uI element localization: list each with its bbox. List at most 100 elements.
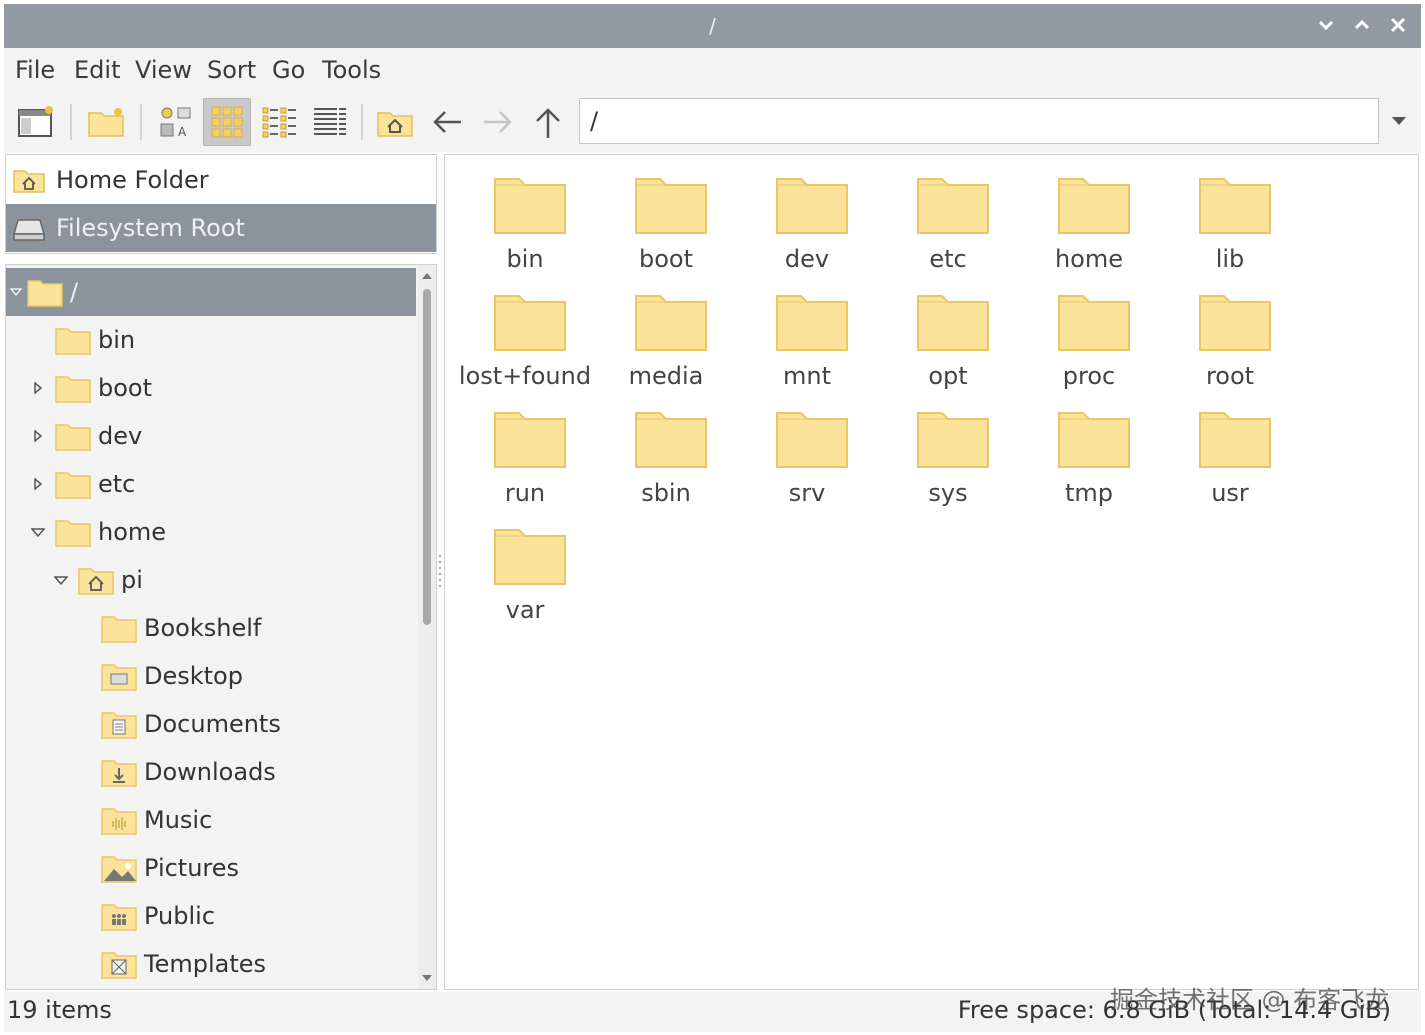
title-bar[interactable]: / <box>4 4 1421 48</box>
window-title: / <box>709 14 716 38</box>
file-label: run <box>504 479 546 507</box>
scroll-thumb[interactable] <box>423 289 431 625</box>
scroll-down-icon[interactable] <box>420 971 434 985</box>
tree-item-public[interactable]: Public <box>6 892 416 940</box>
file-item[interactable]: var <box>455 510 595 624</box>
file-label: lib <box>1215 245 1245 273</box>
file-item[interactable]: opt <box>878 276 1018 390</box>
place-filesystem-root[interactable]: Filesystem Root <box>6 204 436 252</box>
file-item[interactable]: root <box>1160 276 1300 390</box>
tree-item-templates[interactable]: Templates <box>6 940 416 988</box>
file-item[interactable]: proc <box>1019 276 1159 390</box>
file-item[interactable]: media <box>596 276 736 390</box>
place-home-folder[interactable]: Home Folder <box>6 156 436 204</box>
file-view[interactable]: bin boot dev etc home lib lost+found media mnt op… <box>444 154 1419 990</box>
folder-icon <box>1199 412 1271 468</box>
pictures-folder-icon <box>100 851 138 885</box>
menu-file[interactable]: File <box>15 56 55 84</box>
folder-icon <box>1199 178 1271 234</box>
toolbar: A <box>4 92 1421 152</box>
file-item[interactable]: run <box>455 393 595 507</box>
file-item[interactable]: boot <box>596 159 736 273</box>
folder-icon <box>1058 178 1130 234</box>
folder-icon <box>917 412 989 468</box>
minimize-icon[interactable] <box>1311 10 1341 40</box>
file-item[interactable]: usr <box>1160 393 1300 507</box>
tree-item-bookshelf[interactable]: Bookshelf <box>6 604 416 652</box>
file-item[interactable]: sbin <box>596 393 736 507</box>
back-arrow-icon[interactable] <box>423 98 471 146</box>
expand-right-icon[interactable] <box>28 426 48 446</box>
expand-down-icon[interactable] <box>28 522 48 542</box>
file-item[interactable]: home <box>1019 159 1159 273</box>
folder-icon <box>635 412 707 468</box>
tree-item-pi[interactable]: pi <box>6 556 416 604</box>
icon-view-icon[interactable]: A <box>152 98 200 146</box>
tree-item-bin[interactable]: bin <box>6 316 416 364</box>
tree-item-downloads[interactable]: Downloads <box>6 748 416 796</box>
menu-tools[interactable]: Tools <box>322 56 381 84</box>
file-item[interactable]: tmp <box>1019 393 1159 507</box>
file-item[interactable]: sys <box>878 393 1018 507</box>
file-label: opt <box>928 362 968 390</box>
new-window-icon[interactable] <box>12 98 60 146</box>
menu-view[interactable]: View <box>135 56 192 84</box>
item-count: 19 items <box>7 996 112 1024</box>
music-folder-icon <box>100 803 138 837</box>
up-arrow-icon[interactable] <box>524 98 572 146</box>
expand-right-icon[interactable] <box>28 474 48 494</box>
file-label: lost+found <box>458 362 592 390</box>
file-item[interactable]: dev <box>737 159 877 273</box>
file-item[interactable]: lost+found <box>455 276 595 390</box>
tree-item-home[interactable]: home <box>6 508 416 556</box>
folder-icon <box>54 515 92 549</box>
menu-edit[interactable]: Edit <box>74 56 120 84</box>
expand-right-icon[interactable] <box>28 378 48 398</box>
file-item[interactable]: etc <box>878 159 1018 273</box>
menu-go[interactable]: Go <box>272 56 305 84</box>
file-label: etc <box>929 245 967 273</box>
watermark: 掘金技术社区 @ 布客飞龙 <box>1110 986 1390 1014</box>
tree-label: Downloads <box>144 758 276 786</box>
path-input[interactable] <box>579 98 1379 144</box>
forward-arrow-icon[interactable] <box>474 98 522 146</box>
new-folder-icon[interactable] <box>82 98 130 146</box>
menu-sort[interactable]: Sort <box>207 56 256 84</box>
tree-item-root[interactable]: / <box>6 268 416 316</box>
file-label: bin <box>506 245 544 273</box>
folder-icon <box>54 371 92 405</box>
folder-icon <box>635 295 707 351</box>
file-label: var <box>505 596 545 624</box>
tree-item-dev[interactable]: dev <box>6 412 416 460</box>
file-label: srv <box>788 479 826 507</box>
folder-icon <box>100 611 138 645</box>
tree-label: Templates <box>144 950 267 978</box>
tree-scrollbar[interactable] <box>418 265 436 989</box>
maximize-icon[interactable] <box>1347 10 1377 40</box>
place-label: Filesystem Root <box>56 214 245 242</box>
file-item[interactable]: bin <box>455 159 595 273</box>
tree-item-pictures[interactable]: Pictures <box>6 844 416 892</box>
close-icon[interactable] <box>1383 10 1413 40</box>
pane-splitter[interactable] <box>437 550 443 594</box>
thumbnail-view-icon[interactable] <box>203 98 251 146</box>
folder-icon <box>494 412 566 468</box>
compact-view-icon[interactable] <box>255 98 303 146</box>
file-item[interactable]: srv <box>737 393 877 507</box>
tree-item-boot[interactable]: boot <box>6 364 416 412</box>
home-icon[interactable] <box>371 98 419 146</box>
scroll-up-icon[interactable] <box>420 269 434 283</box>
tree-item-etc[interactable]: etc <box>6 460 416 508</box>
tree-item-music[interactable]: Music <box>6 796 416 844</box>
file-item[interactable]: lib <box>1160 159 1300 273</box>
menu-bar: File Edit View Sort Go Tools <box>4 48 1421 92</box>
expand-down-icon[interactable] <box>51 570 71 590</box>
expand-down-icon[interactable] <box>6 282 26 302</box>
path-history-dropdown-icon[interactable] <box>1382 98 1416 144</box>
file-item[interactable]: mnt <box>737 276 877 390</box>
tree-label: bin <box>98 326 136 354</box>
tree-item-desktop[interactable]: Desktop <box>6 652 416 700</box>
detailed-list-view-icon[interactable] <box>306 98 354 146</box>
documents-folder-icon <box>100 707 138 741</box>
tree-item-documents[interactable]: Documents <box>6 700 416 748</box>
